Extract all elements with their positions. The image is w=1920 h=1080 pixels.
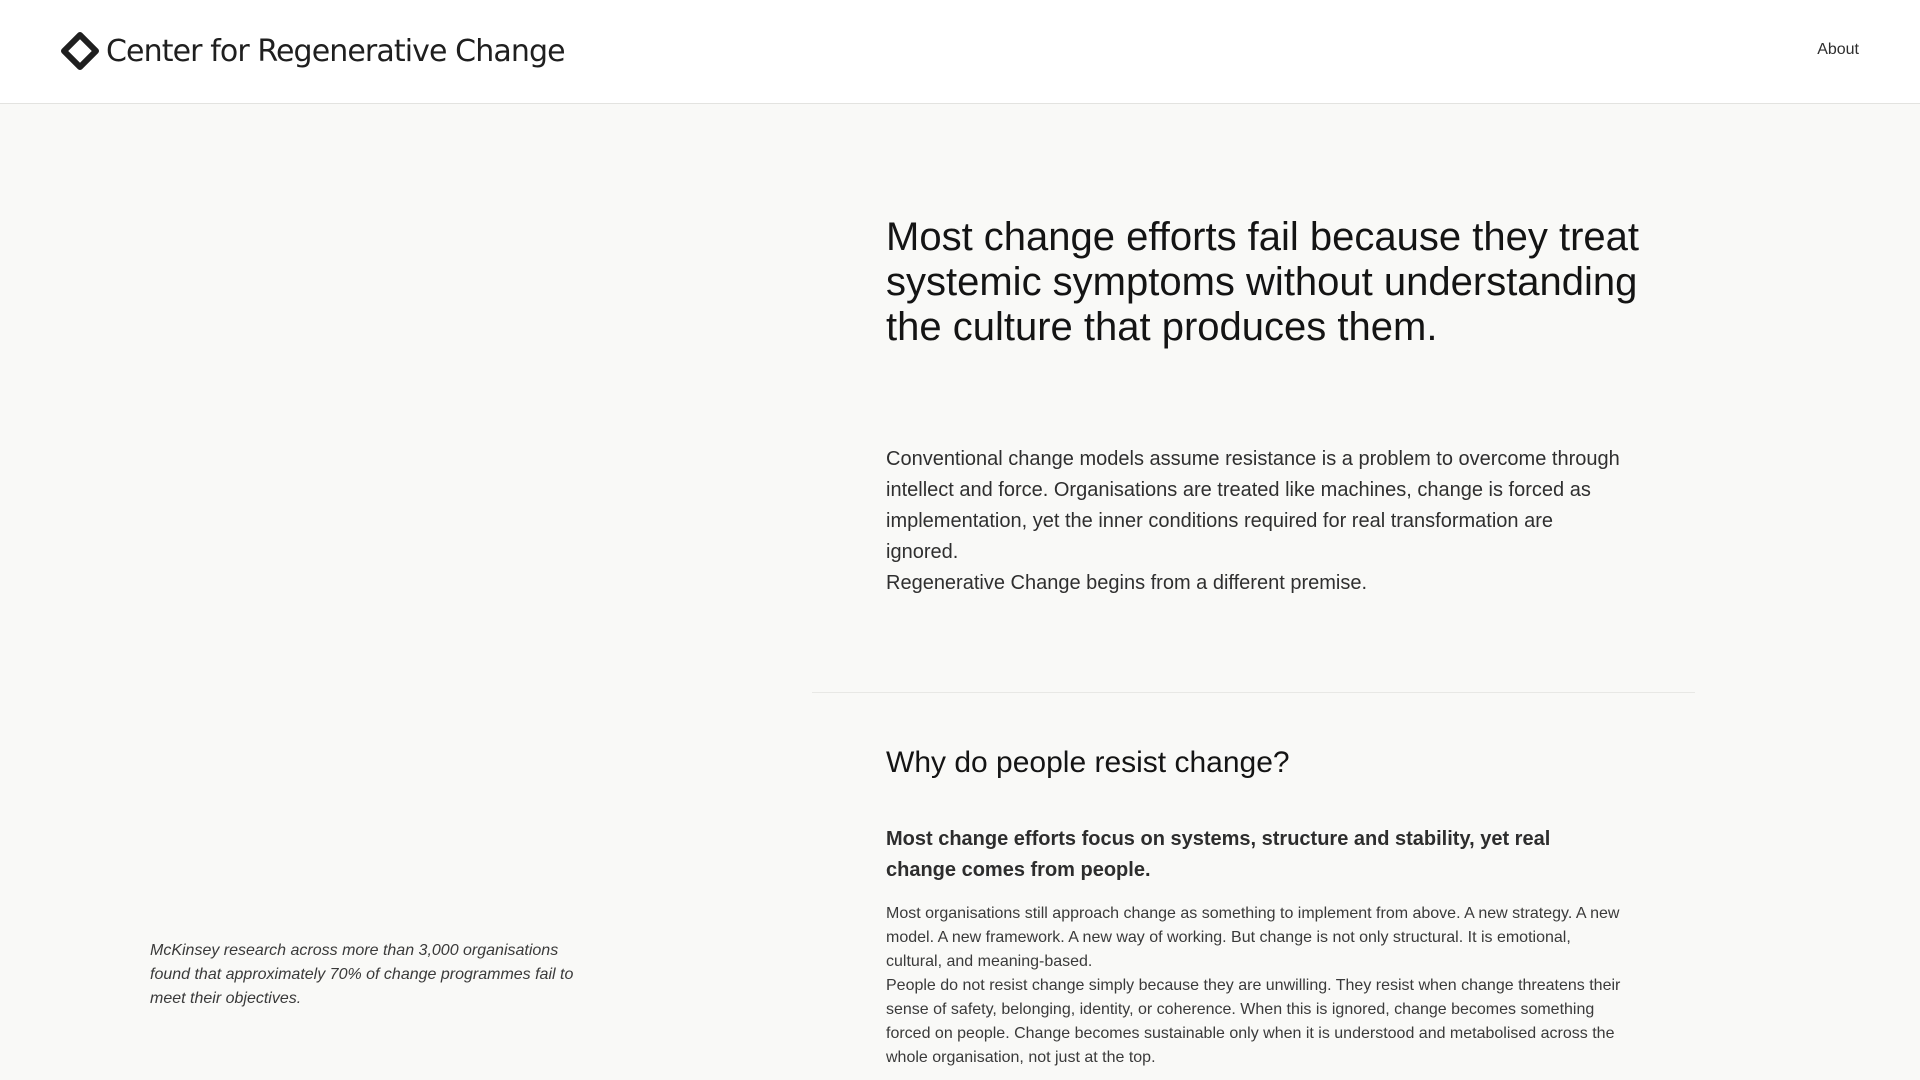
hero-heading: Most change efforts fail because they tr… xyxy=(886,215,1640,349)
section-heading: Why do people resist change? xyxy=(886,746,1290,779)
intro-paragraph: Conventional change models assume resist… xyxy=(886,448,1620,563)
body-paragraph: People do not resist change simply becau… xyxy=(886,977,1621,1066)
site-header: Center for Regenerative Change About xyxy=(0,0,1920,104)
intro-premise: Regenerative Change begins from a differ… xyxy=(886,572,1368,594)
section-divider xyxy=(812,692,1695,693)
nav-about-link[interactable]: About xyxy=(1817,41,1859,59)
body-paragraph: Most organisations still approach change… xyxy=(886,905,1620,970)
brand-name: Center for Regenerative Change xyxy=(106,33,566,69)
research-side-note: McKinsey research across more than 3,000… xyxy=(150,942,574,1007)
diamond-logo-icon xyxy=(61,32,99,70)
section-lead: Most change efforts focus on systems, st… xyxy=(886,828,1551,881)
intro-text: Conventional change models assume resist… xyxy=(886,444,1626,599)
section-body: Most organisations still approach change… xyxy=(886,902,1626,1070)
brand-home-link[interactable]: Center for Regenerative Change xyxy=(60,28,566,74)
